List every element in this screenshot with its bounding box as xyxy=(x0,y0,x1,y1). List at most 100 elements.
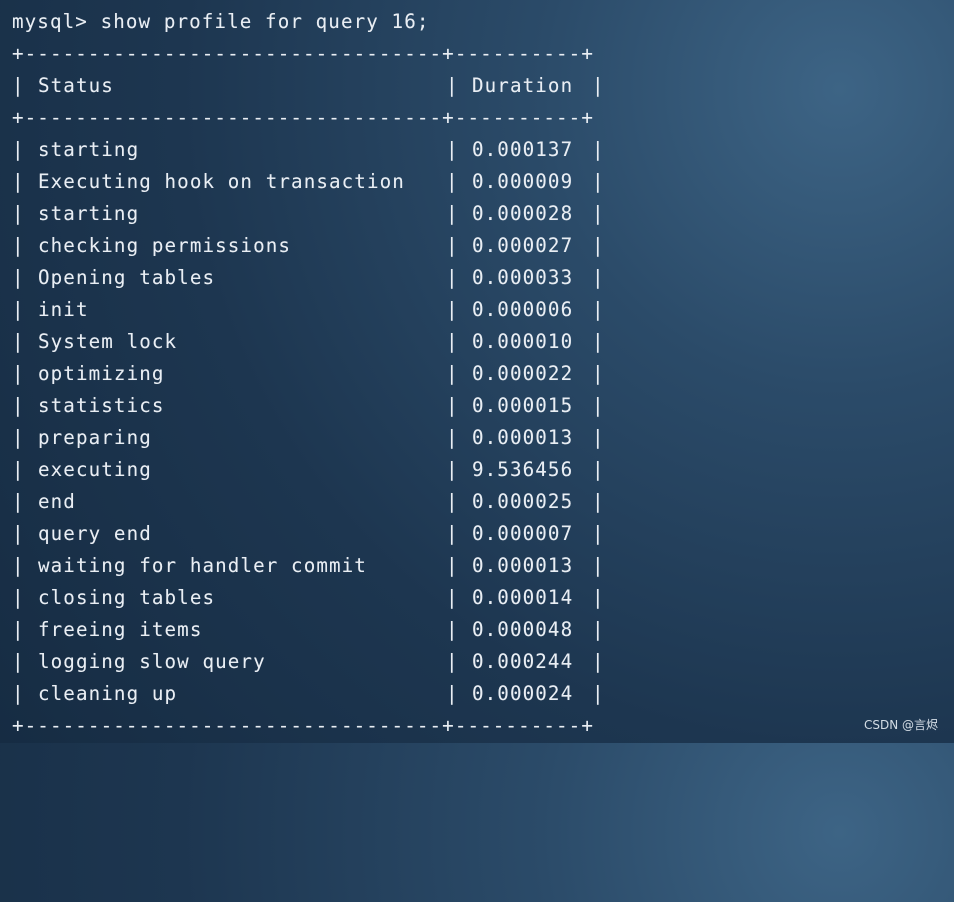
table-pipe: | xyxy=(592,362,605,385)
table-pipe: | xyxy=(12,74,25,97)
table-pipe: | xyxy=(592,490,605,513)
table-row: | Executing hook on transaction | 0.0000… xyxy=(12,166,612,198)
table-cell-status: end xyxy=(38,490,76,513)
table-pipe: | xyxy=(12,490,25,513)
table-pipe: | xyxy=(446,170,459,193)
table-cell-duration: 0.000013 xyxy=(472,554,574,577)
table-row: | cleaning up | 0.000024 | xyxy=(12,678,612,710)
table-cell-duration: 0.000025 xyxy=(472,490,574,513)
table-pipe: | xyxy=(446,522,459,545)
table-row: | query end | 0.000007 | xyxy=(12,518,612,550)
table-row: | closing tables | 0.000014 | xyxy=(12,582,612,614)
table-cell-duration: 0.000048 xyxy=(472,618,574,641)
table-pipe: | xyxy=(12,298,25,321)
table-cell-status: starting xyxy=(38,202,140,225)
table-pipe: | xyxy=(592,138,605,161)
table-pipe: | xyxy=(446,74,459,97)
table-row: | end | 0.000025 | xyxy=(12,486,612,518)
table-pipe: | xyxy=(446,330,459,353)
table-pipe: | xyxy=(592,330,605,353)
table-pipe: | xyxy=(12,170,25,193)
table-cell-status: Executing hook on transaction xyxy=(38,170,405,193)
table-cell-status: freeing items xyxy=(38,618,203,641)
table-header-row: | Status | Duration | xyxy=(12,70,612,102)
table-cell-status: optimizing xyxy=(38,362,165,385)
table-pipe: | xyxy=(446,554,459,577)
table-pipe: | xyxy=(12,202,25,225)
table-pipe: | xyxy=(12,362,25,385)
table-pipe: | xyxy=(446,298,459,321)
table-cell-duration: 0.000244 xyxy=(472,650,574,673)
table-row: | checking permissions | 0.000027 | xyxy=(12,230,612,262)
terminal-output: mysql> show profile for query 16; +-----… xyxy=(12,6,942,737)
table-cell-status: starting xyxy=(38,138,140,161)
table-pipe: | xyxy=(446,490,459,513)
table-pipe: | xyxy=(592,234,605,257)
table-cell-duration: 0.000014 xyxy=(472,586,574,609)
table-pipe: | xyxy=(592,618,605,641)
table-pipe: | xyxy=(446,682,459,705)
table-top-border: +---------------------------------+-----… xyxy=(12,42,594,65)
table-row: | executing | 9.536456 | xyxy=(12,454,612,486)
table-pipe: | xyxy=(592,394,605,417)
table-pipe: | xyxy=(592,650,605,673)
table-cell-duration: 0.000015 xyxy=(472,394,574,417)
table-cell-status: preparing xyxy=(38,426,152,449)
table-cell-duration: 9.536456 xyxy=(472,458,574,481)
table-pipe: | xyxy=(592,170,605,193)
table-cell-duration: 0.000028 xyxy=(472,202,574,225)
table-row: | logging slow query | 0.000244 | xyxy=(12,646,612,678)
csdn-watermark: CSDN @言烬 xyxy=(863,718,938,732)
table-pipe: | xyxy=(592,554,605,577)
table-pipe: | xyxy=(446,650,459,673)
table-cell-duration: 0.000027 xyxy=(472,234,574,257)
table-header-status: Status xyxy=(38,74,114,97)
table-cell-duration: 0.000013 xyxy=(472,426,574,449)
table-pipe: | xyxy=(592,298,605,321)
table-pipe: | xyxy=(446,362,459,385)
table-cell-status: Opening tables xyxy=(38,266,216,289)
table-pipe: | xyxy=(446,458,459,481)
table-header-border: +---------------------------------+-----… xyxy=(12,106,594,129)
table-row: | starting | 0.000028 | xyxy=(12,198,612,230)
table-pipe: | xyxy=(592,586,605,609)
table-pipe: | xyxy=(446,618,459,641)
table-pipe: | xyxy=(592,458,605,481)
table-cell-status: cleaning up xyxy=(38,682,178,705)
table-cell-duration: 0.000137 xyxy=(472,138,574,161)
table-pipe: | xyxy=(592,682,605,705)
table-pipe: | xyxy=(12,394,25,417)
table-cell-status: statistics xyxy=(38,394,165,417)
table-cell-status: query end xyxy=(38,522,152,545)
table-cell-status: checking permissions xyxy=(38,234,292,257)
table-cell-duration: 0.000006 xyxy=(472,298,574,321)
table-pipe: | xyxy=(446,586,459,609)
table-pipe: | xyxy=(12,266,25,289)
table-row: | starting | 0.000137 | xyxy=(12,134,612,166)
table-bottom-border: +---------------------------------+-----… xyxy=(12,714,594,737)
table-pipe: | xyxy=(446,138,459,161)
table-pipe: | xyxy=(12,650,25,673)
table-row: | init | 0.000006 | xyxy=(12,294,612,326)
mysql-command-line: mysql> show profile for query 16; xyxy=(12,10,430,33)
table-pipe: | xyxy=(12,426,25,449)
table-pipe: | xyxy=(12,586,25,609)
table-pipe: | xyxy=(592,522,605,545)
table-pipe: | xyxy=(12,618,25,641)
table-cell-status: System lock xyxy=(38,330,178,353)
table-cell-status: init xyxy=(38,298,89,321)
table-pipe: | xyxy=(446,202,459,225)
table-cell-duration: 0.000010 xyxy=(472,330,574,353)
table-cell-status: logging slow query xyxy=(38,650,266,673)
table-row: | statistics | 0.000015 | xyxy=(12,390,612,422)
table-pipe: | xyxy=(592,74,605,97)
table-pipe: | xyxy=(12,458,25,481)
table-row: | Opening tables | 0.000033 | xyxy=(12,262,612,294)
table-pipe: | xyxy=(12,522,25,545)
table-cell-duration: 0.000024 xyxy=(472,682,574,705)
table-cell-duration: 0.000033 xyxy=(472,266,574,289)
table-pipe: | xyxy=(12,234,25,257)
table-pipe: | xyxy=(12,330,25,353)
table-row: | freeing items | 0.000048 | xyxy=(12,614,612,646)
table-pipe: | xyxy=(12,682,25,705)
